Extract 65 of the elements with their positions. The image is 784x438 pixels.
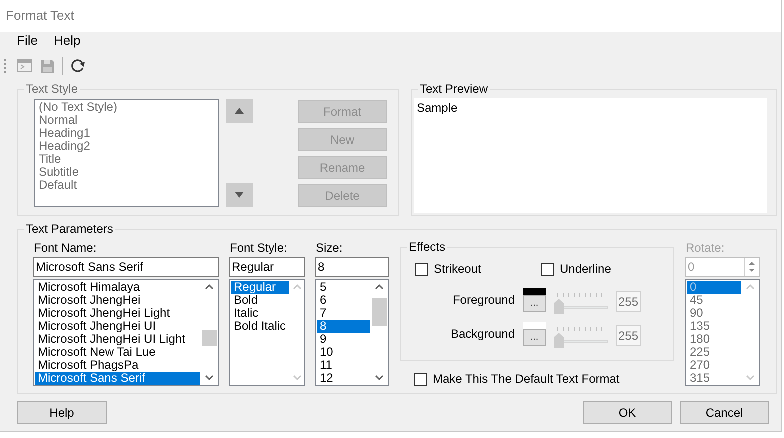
color-label: Foreground — [452, 292, 516, 309]
group-label: Text Style — [24, 82, 80, 96]
value-field: 255 — [616, 325, 641, 346]
scroll-thumb[interactable] — [202, 330, 217, 346]
list-item[interactable]: 7 — [317, 307, 370, 320]
list-item[interactable]: Microsoft JhengHei Light — [35, 307, 200, 320]
checkbox-label: Strikeout — [434, 261, 482, 278]
refresh-icon[interactable] — [70, 58, 86, 74]
list-item[interactable]: Microsoft Sans Serif — [35, 372, 200, 385]
value-field: 255 — [616, 291, 641, 312]
window-title: Format Text — [6, 7, 74, 26]
list-box[interactable]: Regular Bold Italic Bold Italic — [229, 279, 305, 386]
input-field[interactable]: 8 — [315, 257, 389, 277]
scroll-down-icon[interactable] — [205, 375, 214, 381]
color-picker-button[interactable]: ... — [523, 295, 546, 312]
button[interactable]: Help — [17, 401, 107, 424]
list-item[interactable]: 8 — [317, 320, 370, 333]
list-item[interactable]: 9 — [317, 333, 370, 346]
list-item[interactable]: Microsoft New Tai Lue — [35, 346, 200, 359]
checkbox-label: Underline — [560, 261, 612, 278]
scroll-up-icon[interactable] — [205, 284, 214, 290]
color-label: Background — [450, 326, 516, 343]
slider[interactable] — [554, 292, 608, 314]
field-label: Rotate: — [685, 241, 726, 257]
list-item[interactable]: Italic — [231, 307, 290, 320]
button[interactable]: Cancel — [680, 401, 769, 424]
checkbox[interactable] — [414, 372, 427, 386]
list-item[interactable]: 5 — [317, 281, 370, 294]
field-label: Size: — [315, 241, 344, 257]
menu-item[interactable]: Help — [46, 31, 88, 51]
group-label: Text Preview — [418, 82, 490, 96]
slider-thumb[interactable] — [554, 299, 564, 314]
list-item[interactable]: Bold — [231, 294, 290, 307]
menu-item[interactable]: File — [10, 31, 45, 51]
list-box[interactable]: 5 6 7 8 9 10 11 12 — [315, 279, 389, 386]
list-item[interactable]: Microsoft JhengHei — [35, 294, 200, 307]
slider-thumb[interactable] — [554, 333, 564, 348]
checkbox-label: Make This The Default Text Format — [433, 371, 620, 388]
scroll-thumb[interactable] — [372, 298, 387, 326]
list-item[interactable]: 12 — [317, 372, 370, 385]
list-item[interactable]: Microsoft JhengHei UI — [35, 320, 200, 333]
input-field[interactable]: Microsoft Sans Serif — [33, 257, 219, 277]
field-label: Font Style: — [229, 241, 288, 257]
slider[interactable] — [554, 326, 608, 348]
list-item[interactable]: 11 — [317, 359, 370, 372]
list-item[interactable]: Microsoft Himalaya — [35, 281, 200, 294]
button[interactable]: OK — [583, 401, 672, 424]
group-label: Text Parameters — [24, 222, 116, 236]
list-box[interactable]: Microsoft Himalaya Microsoft JhengHei Microsoft JhengHei Light Microsoft JhengHei UI Microsoft JhengHei UI Light Microsoft New Tai Lue Microsoft PhagsPa Microsoft Sans Serif — [33, 279, 219, 386]
checkbox[interactable] — [415, 262, 428, 276]
scroll-down-icon[interactable] — [375, 375, 384, 381]
list-item[interactable]: 6 — [317, 294, 370, 307]
list-item[interactable]: Bold Italic — [231, 320, 290, 333]
list-item[interactable]: Microsoft JhengHei UI Light — [35, 333, 200, 346]
color-picker-button[interactable]: ... — [523, 329, 546, 346]
sample-text: Sample — [417, 100, 458, 117]
list-item[interactable]: Microsoft PhagsPa — [35, 359, 200, 372]
checkbox[interactable] — [541, 262, 554, 276]
grip-icon[interactable] — [4, 58, 7, 74]
scroll-up-icon[interactable] — [375, 284, 384, 290]
list-item[interactable]: 10 — [317, 346, 370, 359]
input-field[interactable]: Regular — [229, 257, 305, 277]
list-item[interactable]: Regular — [231, 281, 290, 294]
group-label: Effects — [407, 240, 448, 254]
field-label: Font Name: — [33, 241, 98, 257]
